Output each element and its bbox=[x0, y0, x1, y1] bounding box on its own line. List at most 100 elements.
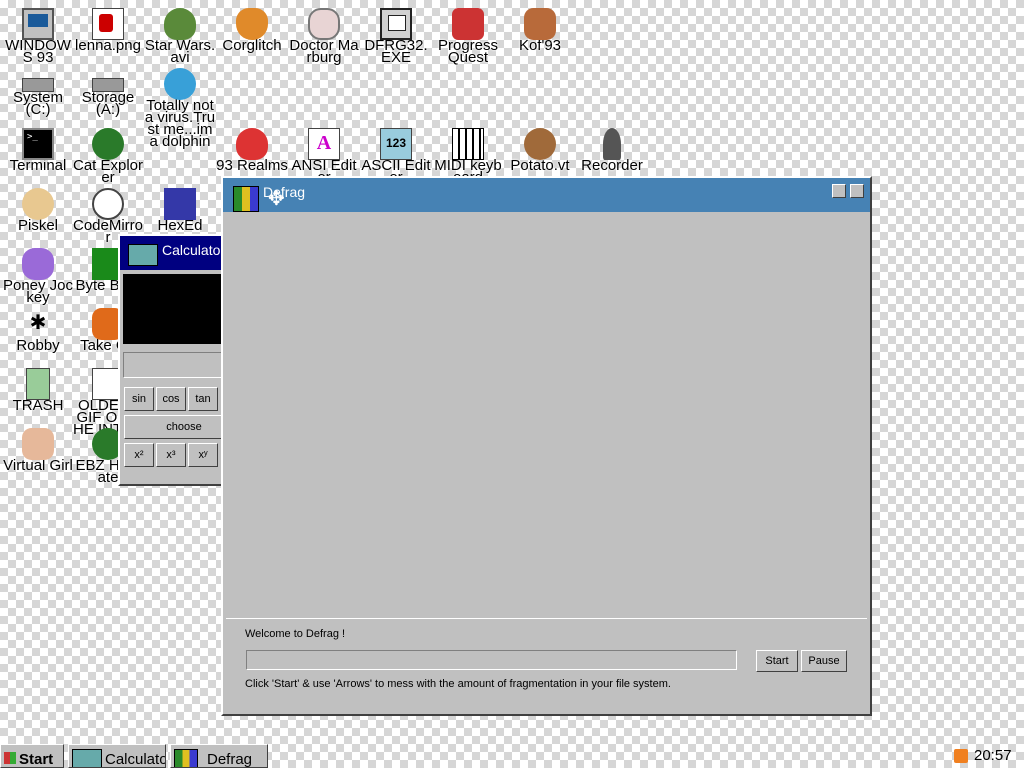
icon-lenna-png[interactable]: lenna.png bbox=[72, 6, 144, 64]
icon-windows93[interactable]: WINDOWS 93 bbox=[2, 6, 74, 66]
icon-robby[interactable]: Robby bbox=[2, 306, 74, 364]
desktop-icon-label: Terminal bbox=[9, 157, 67, 174]
icon-trash[interactable]: TRASH bbox=[2, 366, 74, 424]
exe-icon bbox=[380, 8, 412, 40]
doctor-icon bbox=[308, 8, 340, 40]
desktop-icon-label: Potato.vt bbox=[510, 157, 570, 174]
defrag-disk-map bbox=[226, 216, 867, 617]
desktop-icon-label: Robby bbox=[16, 337, 60, 354]
recycle-bin-icon bbox=[26, 368, 50, 400]
tan-button[interactable]: tan bbox=[188, 387, 218, 411]
floppy-drive-icon bbox=[92, 78, 124, 92]
taskbar-item-label: Defrag bbox=[207, 751, 253, 768]
sword-icon bbox=[452, 8, 484, 40]
start-icon bbox=[4, 752, 16, 764]
desktop-icon-label: Corglitch bbox=[222, 37, 282, 54]
hard-drive-icon bbox=[22, 78, 54, 92]
desktop-icon-label: Doctor Marburg bbox=[289, 37, 359, 66]
desktop-icon-label: Poney Jockey bbox=[2, 277, 74, 306]
desktop-icon-label: System (C:) bbox=[12, 89, 63, 118]
desktop-icon-label: Kof'93 bbox=[518, 37, 562, 54]
desktop-icon-label: Piskel bbox=[17, 217, 58, 234]
clock: 20:57 bbox=[974, 747, 1012, 764]
codemirror-icon bbox=[92, 188, 124, 220]
palette-icon bbox=[22, 188, 54, 220]
terminal-icon bbox=[22, 128, 54, 160]
calculator-input[interactable] bbox=[123, 352, 233, 378]
icon-kof93[interactable]: Kof'93 bbox=[504, 6, 576, 64]
icon-progress-quest[interactable]: Progress Quest bbox=[432, 6, 504, 66]
numbers-icon: 123 bbox=[380, 128, 412, 160]
desktop-icon-label: WINDOWS 93 bbox=[5, 37, 71, 66]
potato-icon bbox=[524, 128, 556, 160]
microphone-icon bbox=[603, 128, 621, 160]
close-button[interactable] bbox=[850, 184, 864, 198]
desktop-icon-label: lenna.png bbox=[75, 37, 141, 54]
x-cubed-button[interactable]: x³ bbox=[156, 443, 186, 467]
desktop-icon-label: HexEd bbox=[157, 217, 203, 234]
desktop-icon-label: Star Wars.avi bbox=[144, 37, 216, 66]
x-power-y-button[interactable]: xʸ bbox=[188, 443, 218, 467]
divider bbox=[226, 618, 867, 619]
fighter-icon bbox=[524, 8, 556, 40]
image-file-icon bbox=[92, 8, 124, 40]
yoda-icon bbox=[164, 8, 196, 40]
desktop-icon-label: TRASH bbox=[12, 397, 64, 414]
computer-icon bbox=[22, 8, 54, 40]
desktop-icon-label: Recorder bbox=[581, 157, 643, 174]
icon-virtual-girl[interactable]: Virtual Girl bbox=[2, 426, 74, 484]
rss-icon[interactable] bbox=[954, 749, 968, 763]
cos-button[interactable]: cos bbox=[156, 387, 186, 411]
calculator-icon bbox=[72, 749, 102, 767]
stick-figure-icon bbox=[22, 308, 54, 340]
defrag-progress-bar bbox=[246, 650, 737, 670]
globe-icon bbox=[92, 128, 124, 160]
sin-button[interactable]: sin bbox=[124, 387, 154, 411]
icon-system-c[interactable]: System (C:) bbox=[2, 66, 74, 124]
icon-storage-a[interactable]: Storage (A:) bbox=[72, 66, 144, 124]
defrag-window[interactable]: Defrag Welcome to Defrag ! Start Pause C… bbox=[221, 176, 872, 716]
letter-a-icon: A bbox=[308, 128, 340, 160]
calculator-titlebar[interactable]: Calculator bbox=[120, 236, 236, 270]
calculator-title: Calculator bbox=[162, 242, 226, 258]
start-button[interactable]: Start bbox=[756, 650, 798, 672]
corgi-icon bbox=[236, 8, 268, 40]
icon-doctor-marburg[interactable]: Doctor Marburg bbox=[288, 6, 360, 66]
desktop-icon-label: 93 Realms bbox=[216, 157, 288, 174]
defrag-titlebar[interactable]: Defrag bbox=[223, 178, 870, 212]
calculator-icon bbox=[128, 244, 158, 266]
icon-terminal[interactable]: Terminal bbox=[2, 126, 74, 184]
taskbar-item-calculator[interactable]: Calculator bbox=[68, 744, 166, 768]
icon-dfrg32-exe[interactable]: DFRG32.EXE bbox=[360, 6, 432, 66]
cube-icon bbox=[164, 188, 196, 220]
piano-icon bbox=[452, 128, 484, 160]
taskbar-item-defrag[interactable]: Defrag bbox=[170, 744, 268, 768]
dragon-icon bbox=[236, 128, 268, 160]
minimize-button[interactable] bbox=[832, 184, 846, 198]
x-squared-button[interactable]: x² bbox=[124, 443, 154, 467]
desktop-icon-label: Storage (A:) bbox=[81, 89, 135, 118]
calculator-window[interactable]: Calculator sin cos tan choose x² x³ xʸ bbox=[118, 234, 244, 486]
taskbar: Start Calculator Defrag 20:57 bbox=[0, 744, 1024, 768]
desktop-icon-label: Progress Quest bbox=[437, 37, 499, 66]
icon-poney-jockey[interactable]: Poney Jockey bbox=[2, 246, 74, 306]
move-cursor-icon: ✥ bbox=[268, 186, 285, 210]
desktop-icon-label: Cat Explorer bbox=[72, 157, 144, 186]
icon-corglitch[interactable]: Corglitch bbox=[216, 6, 288, 64]
pony-icon bbox=[22, 248, 54, 280]
calculator-display bbox=[123, 274, 233, 344]
icon-totally-not-a-virus[interactable]: Totally not a virus.Trust me...im a dolp… bbox=[144, 66, 216, 149]
start-button[interactable]: Start bbox=[0, 744, 64, 768]
defrag-welcome: Welcome to Defrag ! bbox=[245, 628, 346, 640]
defrag-icon bbox=[233, 186, 259, 212]
icon-star-wars-avi[interactable]: Star Wars.avi bbox=[144, 6, 216, 66]
desktop-icon-label: Virtual Girl bbox=[3, 457, 73, 474]
desktop-icon-label: Totally not a virus.Trust me...im a dolp… bbox=[144, 97, 216, 150]
icon-piskel[interactable]: Piskel bbox=[2, 186, 74, 244]
icon-cat-explorer[interactable]: Cat Explorer bbox=[72, 126, 144, 186]
desktop-icon-label: DFRG32.EXE bbox=[364, 37, 428, 66]
dolphin-icon bbox=[164, 68, 196, 100]
pause-button[interactable]: Pause bbox=[801, 650, 847, 672]
face-icon bbox=[22, 428, 54, 460]
defrag-icon bbox=[174, 749, 198, 767]
